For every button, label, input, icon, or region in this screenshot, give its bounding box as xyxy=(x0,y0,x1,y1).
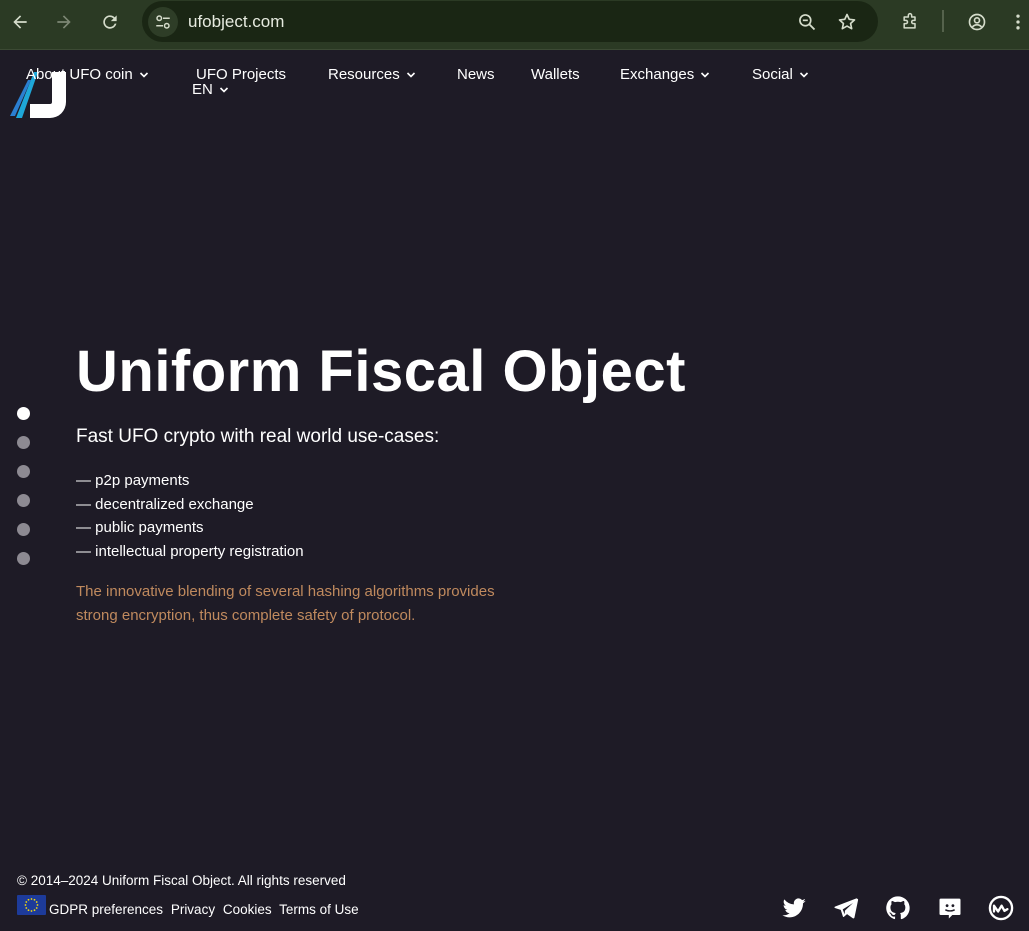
terms-of-use-link[interactable]: Terms of Use xyxy=(279,902,359,917)
pager-dot-3[interactable] xyxy=(17,465,30,478)
github-link[interactable] xyxy=(883,893,913,923)
cookies-link[interactable]: Cookies xyxy=(223,902,272,917)
list-item: — p2p payments xyxy=(76,472,190,489)
coinmarketcap-icon xyxy=(988,895,1014,921)
gdpr-preferences-link[interactable]: GDPR preferences xyxy=(49,902,163,917)
browser-toolbar: ufobject.com xyxy=(0,0,1029,50)
nav-social[interactable]: Social xyxy=(752,66,809,83)
copyright-text: © 2014–2024 Uniform Fiscal Object. All r… xyxy=(17,873,346,888)
pager-dot-1[interactable] xyxy=(17,407,30,420)
puzzle-icon xyxy=(903,12,916,29)
nav-about-ufo-coin[interactable]: About UFO coin xyxy=(26,66,149,83)
hero-subtitle: Fast UFO crypto with real world use-case… xyxy=(76,426,440,447)
nav-news[interactable]: News xyxy=(457,66,495,83)
twitter-icon xyxy=(782,898,806,918)
privacy-link[interactable]: Privacy xyxy=(171,902,215,917)
language-selector[interactable]: EN xyxy=(192,81,229,98)
profile-button[interactable] xyxy=(963,8,991,36)
pager-dot-6[interactable] xyxy=(17,552,30,565)
site-info-button[interactable] xyxy=(148,7,178,37)
back-button[interactable] xyxy=(6,8,34,36)
chevron-down-icon xyxy=(701,71,710,78)
nav-resources[interactable]: Resources xyxy=(328,66,416,83)
url-text[interactable]: ufobject.com xyxy=(188,12,284,32)
reload-button[interactable] xyxy=(96,8,124,36)
forward-button[interactable] xyxy=(50,8,78,36)
zoom-out-icon xyxy=(799,14,816,31)
discord-icon xyxy=(939,898,961,919)
browser-menu-button[interactable] xyxy=(1008,8,1028,36)
list-item: — public payments xyxy=(76,519,204,536)
list-item: — intellectual property registration xyxy=(76,542,304,560)
tune-icon xyxy=(156,15,170,29)
hero-title: Uniform Fiscal Object xyxy=(76,339,686,404)
pager-dot-5[interactable] xyxy=(17,523,30,536)
bookmark-button[interactable] xyxy=(835,10,859,34)
extensions-button[interactable] xyxy=(896,8,924,36)
chevron-down-icon xyxy=(139,71,148,78)
twitter-link[interactable] xyxy=(779,893,809,923)
list-item: — decentralized exchange xyxy=(76,495,254,513)
arrow-left-icon xyxy=(13,15,27,29)
nav-wallets[interactable]: Wallets xyxy=(531,66,580,83)
footer-links: GDPR preferences Privacy Cookies Terms o… xyxy=(49,902,363,917)
pager-dot-4[interactable] xyxy=(17,494,30,507)
chevron-down-icon xyxy=(406,71,415,78)
hero-description: The innovative blending of several hashi… xyxy=(76,583,495,624)
address-bar[interactable]: ufobject.com xyxy=(142,1,878,42)
github-icon xyxy=(886,896,910,920)
telegram-icon xyxy=(834,898,859,919)
toolbar-divider xyxy=(942,10,944,32)
zoom-button[interactable] xyxy=(795,10,819,34)
star-icon xyxy=(838,13,856,30)
account-icon xyxy=(968,13,986,31)
coinmarketcap-link[interactable] xyxy=(986,893,1016,923)
use-case-list: — p2p payments — decentralized exchange … xyxy=(76,471,304,565)
kebab-menu-icon xyxy=(1016,14,1020,30)
discord-link[interactable] xyxy=(935,893,965,923)
eu-flag-icon xyxy=(17,895,46,915)
chevron-down-icon xyxy=(799,71,808,78)
nav-exchanges[interactable]: Exchanges xyxy=(620,66,710,83)
telegram-link[interactable] xyxy=(831,893,861,923)
arrow-right-icon xyxy=(57,15,71,29)
chevron-down-icon xyxy=(219,86,228,93)
reload-icon xyxy=(103,15,117,29)
pager-dot-2[interactable] xyxy=(17,436,30,449)
